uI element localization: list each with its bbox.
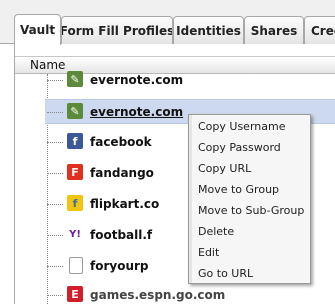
tab-identities[interactable]: Identities (173, 16, 244, 44)
site-name: foryourp (90, 259, 149, 273)
menu-item-delete[interactable]: Delete (198, 223, 234, 241)
tree-branch (47, 266, 63, 267)
yahoo-icon: Y! (67, 226, 83, 242)
site-name: evernote.com (90, 105, 184, 119)
facebook-icon: f (67, 133, 83, 149)
tab-bar: Vault Form Fill Profiles Identities Shar… (0, 0, 335, 45)
menu-item-go-to-url[interactable]: Go to URL (198, 265, 253, 283)
tree-branch (47, 173, 63, 174)
evernote-icon: ✎ (67, 71, 83, 87)
list-item[interactable]: ✎ evernote.com (45, 68, 335, 93)
menu-item-copy-url[interactable]: Copy URL (198, 160, 251, 178)
menu-item-edit[interactable]: Edit (198, 244, 219, 262)
tree-branch (47, 112, 63, 113)
tab-vault[interactable]: Vault (14, 14, 61, 45)
site-name: evernote.com (90, 73, 184, 87)
fandango-icon: F (67, 164, 83, 180)
menu-item-move-to-sub-group[interactable]: Move to Sub-Group (198, 202, 304, 220)
tab-form-fill-profiles[interactable]: Form Fill Profiles (61, 16, 173, 44)
tree-branch (47, 204, 63, 205)
tree-branch (47, 235, 63, 236)
menu-gutter (189, 115, 192, 283)
site-name: fandango (90, 166, 154, 180)
page-icon (69, 257, 83, 274)
site-name: football.f (90, 228, 153, 242)
espn-icon: E (67, 286, 83, 302)
menu-item-move-to-group[interactable]: Move to Group (198, 181, 279, 199)
list-item[interactable]: E games.espn.go.com (45, 283, 335, 304)
evernote-icon: ✎ (67, 103, 83, 119)
tree-branch (47, 142, 63, 143)
site-name: games.espn.go.com (90, 288, 226, 302)
menu-item-copy-username[interactable]: Copy Username (198, 118, 285, 136)
tree-branch (47, 295, 63, 296)
tab-shares[interactable]: Shares (244, 16, 304, 44)
menu-item-copy-password[interactable]: Copy Password (198, 139, 281, 157)
site-name: flipkart.co (90, 197, 160, 211)
tree-branch (47, 80, 63, 81)
site-name: facebook (90, 135, 152, 149)
flipkart-icon: f (67, 195, 83, 211)
tab-credentials[interactable]: Cred (304, 16, 335, 44)
context-menu: Copy Username Copy Password Copy URL Mov… (188, 114, 311, 284)
